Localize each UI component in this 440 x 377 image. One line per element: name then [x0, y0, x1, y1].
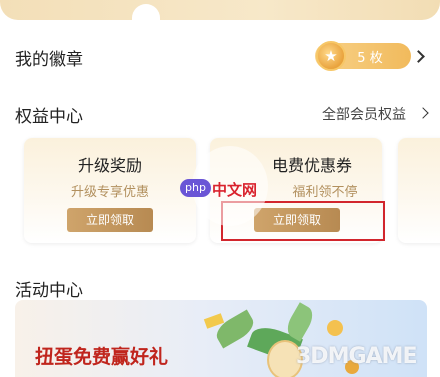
- php-watermark: php 中文网: [174, 146, 268, 228]
- all-benefits-link[interactable]: 全部会员权益: [322, 104, 406, 124]
- medal-section-title: 我的徽章: [15, 50, 83, 70]
- benefit-card-subtitle: 升级专享优惠: [70, 185, 149, 200]
- coin-icon: [327, 320, 343, 336]
- 3dmgame-watermark: 3DMGAME: [296, 344, 417, 369]
- claim-button[interactable]: 立即领取: [67, 208, 153, 232]
- medal-count: 5 枚: [357, 51, 383, 66]
- banner-notch: [132, 4, 160, 20]
- benefit-card-partial[interactable]: [398, 138, 440, 243]
- php-watermark-text: 中文网: [212, 181, 258, 199]
- medal-chevron-right-icon[interactable]: [412, 50, 425, 63]
- all-benefits-chevron-icon[interactable]: [417, 107, 429, 119]
- medal-star-icon: ★: [316, 41, 346, 71]
- activity-section-title: 活动中心: [15, 281, 83, 301]
- activity-banner-title: 扭蛋免费赢好礼: [35, 346, 169, 368]
- benefit-section-title: 权益中心: [15, 107, 83, 127]
- top-banner[interactable]: [0, 0, 440, 20]
- benefit-card-upgrade[interactable]: 升级奖励 升级专享优惠 立即领取: [24, 138, 196, 243]
- benefit-card-title: 升级奖励: [77, 156, 142, 175]
- php-badge: php: [180, 179, 211, 197]
